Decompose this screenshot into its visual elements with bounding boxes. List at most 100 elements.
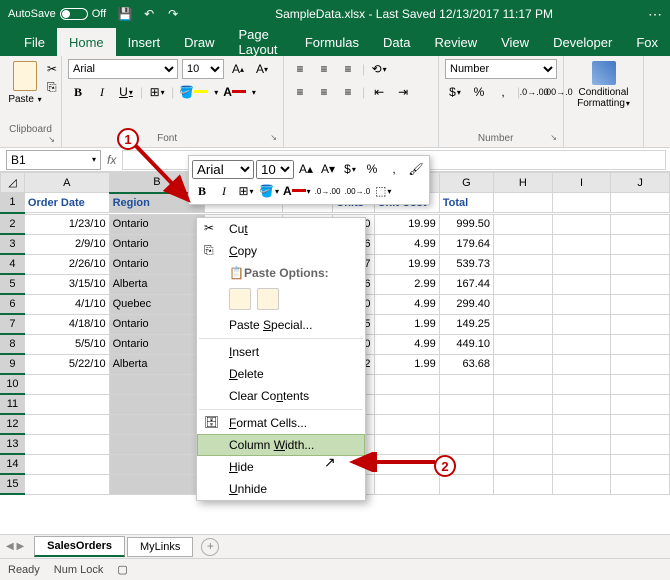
tab-insert[interactable]: Insert (116, 28, 173, 56)
cell-selected[interactable]: Ontario (109, 314, 205, 334)
accounting-format-icon[interactable]: $▾ (445, 82, 465, 102)
cell[interactable] (552, 354, 611, 374)
cell[interactable] (24, 374, 109, 394)
column-header[interactable]: G (439, 173, 493, 193)
name-box[interactable]: B1▾ (6, 150, 101, 170)
select-all-corner[interactable]: ◿ (1, 173, 25, 193)
cell[interactable] (611, 254, 670, 274)
cell[interactable]: 2/9/10 (24, 234, 109, 254)
cell[interactable] (552, 374, 611, 394)
cell[interactable] (611, 193, 670, 213)
column-header[interactable]: H (494, 173, 553, 193)
mini-format-painter-icon[interactable]: 🖌 (406, 159, 426, 179)
cell[interactable] (552, 193, 611, 213)
row-header[interactable]: 15 (1, 474, 25, 494)
ctx-clear-contents[interactable]: Clear Contents (197, 385, 365, 407)
mini-comma-icon[interactable]: , (384, 159, 404, 179)
ctx-copy[interactable]: ⎘Copy (197, 240, 365, 262)
cell[interactable] (611, 214, 670, 234)
cell[interactable]: 5/5/10 (24, 334, 109, 354)
chevron-down-icon[interactable]: ▾ (92, 155, 96, 164)
add-sheet-button[interactable]: + (201, 538, 219, 556)
tab-draw[interactable]: Draw (172, 28, 226, 56)
cell[interactable]: 999.50 (439, 214, 493, 234)
row-header[interactable]: 8 (1, 334, 25, 354)
mini-accounting-icon[interactable]: $▾ (340, 159, 360, 179)
align-bottom-icon[interactable]: ≡ (338, 59, 358, 79)
cell[interactable] (494, 294, 553, 314)
cell-selected[interactable] (109, 434, 205, 454)
cell-selected[interactable]: Alberta (109, 274, 205, 294)
align-center-icon[interactable]: ≡ (314, 82, 334, 102)
tab-view[interactable]: View (489, 28, 541, 56)
cell[interactable] (374, 434, 439, 454)
autosave-toggle[interactable]: AutoSave Off (8, 8, 106, 20)
row-header[interactable]: 10 (1, 374, 25, 394)
tab-home[interactable]: Home (57, 28, 116, 56)
row-header[interactable]: 4 (1, 254, 25, 274)
cell[interactable] (24, 474, 109, 494)
cell[interactable] (24, 414, 109, 434)
cell[interactable] (552, 434, 611, 454)
cell[interactable]: 3/15/10 (24, 274, 109, 294)
cell[interactable] (494, 454, 553, 474)
row-header[interactable]: 6 (1, 294, 25, 314)
cell[interactable] (611, 274, 670, 294)
cell[interactable]: 149.25 (439, 314, 493, 334)
font-color-button[interactable]: A (222, 82, 247, 102)
cell[interactable] (552, 474, 611, 494)
mini-dec-decimal-icon[interactable]: .00→.0 (343, 181, 371, 201)
copy-icon[interactable]: ⎘ (47, 80, 57, 95)
ctx-column-width[interactable]: Column Width... (197, 434, 365, 456)
percent-format-icon[interactable]: % (469, 82, 489, 102)
tab-file[interactable]: File (12, 28, 57, 56)
macro-record-icon[interactable]: ▢ (117, 563, 127, 576)
ctx-unhide[interactable]: Unhide (197, 478, 365, 500)
increase-font-icon[interactable]: A▴ (228, 59, 248, 79)
cell[interactable] (552, 234, 611, 254)
cell[interactable]: Total (439, 193, 493, 213)
cell[interactable]: 4/18/10 (24, 314, 109, 334)
italic-button[interactable]: I (92, 82, 112, 102)
align-left-icon[interactable]: ≡ (290, 82, 310, 102)
cell[interactable] (552, 414, 611, 434)
cell[interactable] (439, 434, 493, 454)
save-icon[interactable]: 💾 (118, 7, 132, 21)
cell[interactable] (494, 274, 553, 294)
cell[interactable] (494, 334, 553, 354)
chevron-down-icon[interactable]: ▾ (252, 88, 256, 97)
undo-icon[interactable]: ↶ (142, 7, 156, 21)
decrease-indent-icon[interactable]: ⇤ (369, 82, 389, 102)
cell[interactable]: 4.99 (374, 234, 439, 254)
row-header[interactable]: 3 (1, 234, 25, 254)
cell[interactable]: 2/26/10 (24, 254, 109, 274)
cell[interactable]: 179.64 (439, 234, 493, 254)
mini-italic-button[interactable]: I (214, 181, 234, 201)
row-header[interactable]: 11 (1, 394, 25, 414)
cell[interactable] (611, 434, 670, 454)
mini-font-color-icon[interactable]: A▾ (282, 181, 312, 201)
cell[interactable] (374, 474, 439, 494)
cell[interactable] (439, 414, 493, 434)
row-header[interactable]: 9 (1, 354, 25, 374)
font-name-select[interactable]: Arial (68, 59, 178, 79)
mini-merge-icon[interactable]: ⬚▾ (373, 181, 393, 201)
ctx-cut[interactable]: ✂Cut (197, 218, 365, 240)
sheet-tab-active[interactable]: SalesOrders (34, 536, 125, 557)
cell[interactable] (611, 354, 670, 374)
row-header[interactable]: 2 (1, 214, 25, 234)
dialog-launcher-icon[interactable]: ↘ (48, 135, 55, 144)
sheet-nav[interactable]: ◀ ▶ (6, 541, 24, 552)
cell[interactable]: 539.73 (439, 254, 493, 274)
border-button[interactable]: ⊞▾ (147, 82, 167, 102)
comma-format-icon[interactable]: , (493, 82, 513, 102)
cell-selected[interactable]: Alberta (109, 354, 205, 374)
cell[interactable]: 4.99 (374, 294, 439, 314)
cell-selected[interactable] (109, 394, 205, 414)
cell[interactable] (374, 414, 439, 434)
tab-fox[interactable]: Fox (624, 28, 670, 56)
increase-indent-icon[interactable]: ⇥ (393, 82, 413, 102)
row-header[interactable]: 5 (1, 274, 25, 294)
cell[interactable]: 1.99 (374, 354, 439, 374)
redo-icon[interactable]: ↷ (166, 7, 180, 21)
